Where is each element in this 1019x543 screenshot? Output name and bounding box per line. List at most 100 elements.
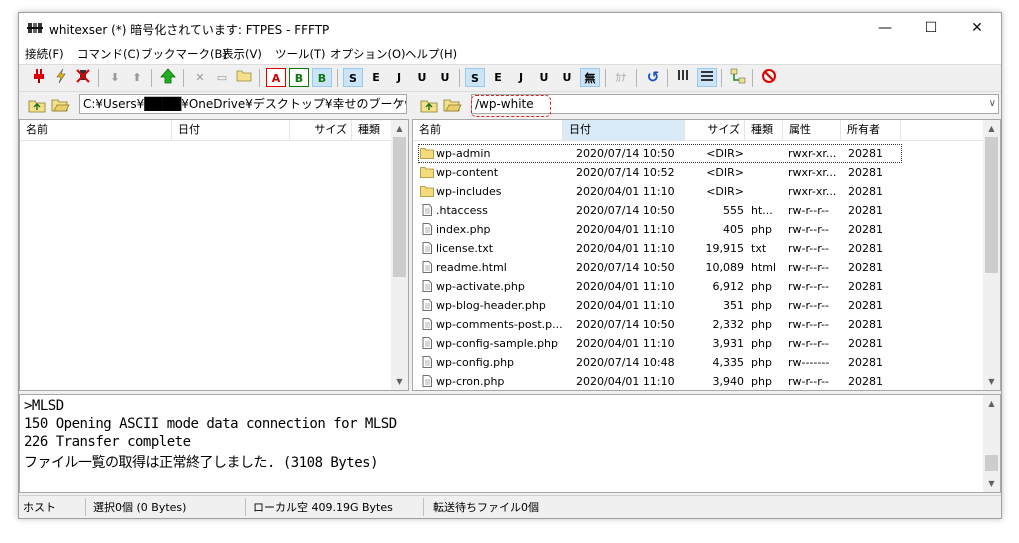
table-row[interactable]: license.txt 2020/04/01 11:10 19,915 txt rw-r… — [418, 239, 902, 258]
utf8n-button[interactable]: U — [412, 68, 432, 87]
chevron-down-icon[interactable]: ∨ — [989, 95, 996, 113]
jis-button[interactable]: J — [389, 68, 409, 87]
log-scrollbar[interactable]: ▲ ▼ — [983, 395, 1000, 492]
table-row[interactable]: wp-config-sample.php 2020/04/01 11:10 3,93… — [418, 334, 902, 353]
menu-connect[interactable]: 接続(F) — [25, 46, 64, 62]
ascii-mode-button[interactable]: A — [266, 68, 286, 87]
remote-col-type[interactable]: 種類 — [745, 120, 783, 140]
table-row[interactable]: wp-comments-post.p... 2020/07/14 10:50 2,3… — [418, 315, 902, 334]
table-row[interactable]: wp-blog-header.php 2020/04/01 11:10 351 php… — [418, 296, 902, 315]
remote-utf8bom-button[interactable]: U — [557, 68, 577, 87]
scroll-down-icon[interactable]: ▼ — [391, 373, 408, 390]
abort-icon[interactable] — [759, 68, 779, 87]
table-row[interactable]: index.php 2020/04/01 11:10 405 php rw-r--r--… — [418, 220, 902, 239]
file-attr: rwxr-xr... — [788, 147, 837, 160]
file-icon — [422, 337, 432, 349]
local-path-input[interactable]: C:¥Users¥████¥OneDrive¥デスクトップ¥幸せのブーケwl ∨ — [79, 94, 407, 114]
menu-help[interactable]: ヘルプ(H) — [405, 46, 457, 62]
remote-euc-button[interactable]: E — [488, 68, 508, 87]
table-row[interactable]: wp-includes 2020/04/01 11:10 <DIR> rwxr-xr.… — [418, 182, 902, 201]
new-folder-icon[interactable] — [234, 68, 254, 87]
scroll-down-icon[interactable]: ▼ — [983, 373, 1000, 390]
file-type: php — [751, 356, 772, 369]
remote-jis-button[interactable]: J — [511, 68, 531, 87]
remote-col-owner[interactable]: 所有者 — [841, 120, 901, 140]
file-name: wp-cron.php — [436, 375, 505, 388]
table-row[interactable]: wp-activate.php 2020/04/01 11:10 6,912 php r… — [418, 277, 902, 296]
utf8bom-button[interactable]: U — [435, 68, 455, 87]
refresh-icon[interactable]: ↺ — [643, 68, 663, 87]
file-name: wp-blog-header.php — [436, 299, 546, 312]
remote-col-date[interactable]: 日付 — [563, 120, 685, 140]
table-row[interactable]: wp-content 2020/07/14 10:52 <DIR> rwxr-xr..… — [418, 163, 902, 182]
remote-up-folder-icon[interactable] — [419, 95, 439, 115]
remote-file-list[interactable]: 名前 日付 サイズ 種類 属性 所有者 wp-admin 2020/07/14 1… — [412, 119, 1001, 391]
rename-icon[interactable]: ▭ — [212, 68, 232, 87]
local-open-folder-icon[interactable] — [50, 95, 70, 115]
auto-mode-button[interactable]: B — [312, 68, 332, 87]
euc-button[interactable]: E — [366, 68, 386, 87]
folder-icon — [420, 148, 434, 159]
sync-folder-icon[interactable] — [728, 68, 748, 87]
mirror-upload-icon[interactable] — [158, 68, 178, 87]
scroll-up-icon[interactable]: ▲ — [983, 120, 1000, 137]
no-conversion-button[interactable]: 無 — [580, 68, 600, 87]
folder-icon — [420, 167, 434, 178]
disconnect-icon[interactable] — [73, 68, 93, 87]
table-row[interactable]: readme.html 2020/07/14 10:50 10,089 html rw-… — [418, 258, 902, 277]
file-date: 2020/07/14 10:50 — [576, 261, 675, 274]
local-up-folder-icon[interactable] — [27, 95, 47, 115]
delete-icon[interactable]: ✕ — [190, 68, 210, 87]
local-file-list[interactable]: 名前 日付 サイズ 種類 ▲ ▼ — [19, 119, 409, 391]
close-button[interactable]: ✕ — [954, 13, 1000, 43]
maximize-button[interactable]: ☐ — [908, 13, 954, 43]
local-col-name[interactable]: 名前 — [20, 120, 172, 140]
binary-mode-button[interactable]: B — [289, 68, 309, 87]
menu-view[interactable]: 表示(V) — [222, 46, 262, 62]
download-icon[interactable]: ⬇ — [105, 68, 125, 87]
file-owner: 20281 — [848, 375, 883, 388]
menu-bookmark[interactable]: ブックマーク(B) — [141, 46, 227, 62]
table-row[interactable]: .htaccess 2020/07/14 10:50 555 ht... rw-r--r… — [418, 201, 902, 220]
remote-scrollbar[interactable]: ▲ ▼ — [983, 120, 1000, 390]
scroll-up-icon[interactable]: ▲ — [391, 120, 408, 137]
menu-options[interactable]: オプション(O) — [330, 46, 406, 62]
file-date: 2020/04/01 11:10 — [576, 185, 675, 198]
remote-open-folder-icon[interactable] — [442, 95, 462, 115]
table-row[interactable]: wp-cron.php 2020/04/01 11:10 3,940 php rw-r-… — [418, 372, 902, 390]
remote-sjis-button[interactable]: S — [465, 68, 485, 87]
file-icon — [422, 375, 432, 387]
local-col-size[interactable]: サイズ — [290, 120, 352, 140]
menu-command[interactable]: コマンド(C) — [77, 46, 140, 62]
scroll-thumb[interactable] — [393, 137, 406, 277]
menu-tools[interactable]: ツール(T) — [275, 46, 326, 62]
sjis-button[interactable]: S — [343, 68, 363, 87]
chevron-down-icon[interactable]: ∨ — [397, 95, 404, 113]
local-col-type[interactable]: 種類 — [352, 120, 392, 140]
upload-icon[interactable]: ⬆ — [127, 68, 147, 87]
list-view-icon[interactable] — [674, 68, 694, 87]
scroll-thumb[interactable] — [985, 137, 998, 273]
remote-path-input[interactable]: /wp-white ∨ — [471, 94, 999, 114]
log-line: 226 Transfer complete — [24, 434, 191, 450]
local-col-date[interactable]: 日付 — [172, 120, 290, 140]
log-line: >MLSD — [24, 398, 64, 414]
table-row[interactable]: wp-admin 2020/07/14 10:50 <DIR> rwxr-xr... 2… — [418, 144, 902, 163]
remote-col-attr[interactable]: 属性 — [783, 120, 841, 140]
quick-connect-icon[interactable] — [51, 68, 71, 87]
remote-col-name[interactable]: 名前 — [413, 120, 563, 140]
connect-icon[interactable] — [29, 68, 49, 87]
status-host: ホスト — [23, 501, 56, 514]
kana-convert-button[interactable]: ｶﾅ — [611, 68, 631, 87]
remote-col-size[interactable]: サイズ — [685, 120, 745, 140]
local-scrollbar[interactable]: ▲ ▼ — [391, 120, 408, 390]
scroll-thumb[interactable] — [985, 455, 998, 471]
scroll-up-icon[interactable]: ▲ — [983, 395, 1000, 412]
detail-view-icon[interactable] — [697, 68, 717, 87]
file-owner: 20281 — [848, 280, 883, 293]
scroll-down-icon[interactable]: ▼ — [983, 475, 1000, 492]
minimize-button[interactable]: — — [862, 13, 908, 43]
remote-utf8n-button[interactable]: U — [534, 68, 554, 87]
log-panel[interactable]: >MLSD 150 Opening ASCII mode data connec… — [19, 394, 1001, 493]
table-row[interactable]: wp-config.php 2020/07/14 10:48 4,335 php rw-… — [418, 353, 902, 372]
